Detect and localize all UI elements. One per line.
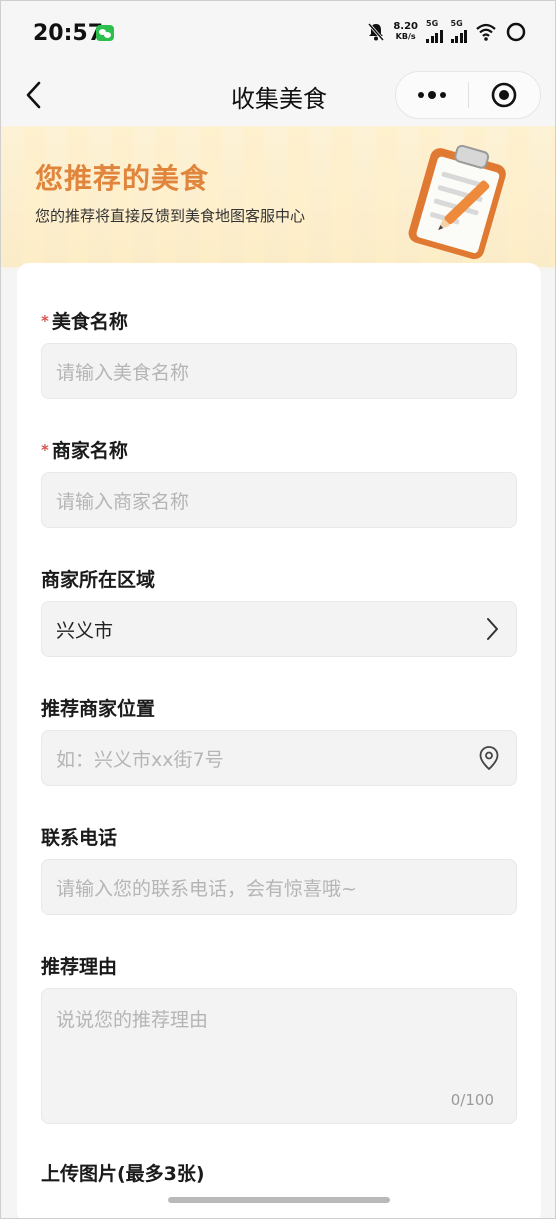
signal-5g-1: 5G [426, 19, 443, 43]
status-icons: 8.20 KB/s 5G 5G [367, 19, 527, 43]
reason-label: 推荐理由 [41, 956, 118, 978]
battery-ring-icon [506, 22, 526, 42]
app-frame: 20:57 8.20 KB/s 5G 5G 收集美食 您推荐的美食 您的推荐将直… [0, 0, 556, 1219]
merchant-name-input[interactable]: 请输入商家名称 [41, 472, 517, 528]
nav-bar: 收集美食 [1, 63, 555, 127]
signal-bars-icon [450, 30, 467, 43]
banner-title: 您推荐的美食 [35, 162, 210, 195]
banner-subtitle: 您的推荐将直接反馈到美食地图客服中心 [35, 207, 306, 225]
status-time: 20:57 [33, 21, 104, 46]
signal-bars-icon [426, 30, 443, 43]
required-mark: * [41, 312, 49, 330]
region-value: 兴义市 [56, 619, 114, 642]
reason-placeholder: 说说您的推荐理由 [56, 1009, 209, 1031]
mute-bell-icon [368, 23, 385, 41]
food-name-label: * 美食名称 [41, 307, 128, 334]
region-label: 商家所在区域 [41, 569, 156, 591]
wechat-icon [96, 25, 114, 41]
merchant-name-label-text: 商家名称 [51, 440, 128, 462]
merchant-name-label: * 商家名称 [41, 436, 128, 463]
network-speed: 8.20 KB/s [393, 22, 418, 42]
more-dots-icon[interactable] [396, 72, 468, 118]
location-placeholder: 如：兴义市xx街7号 [56, 748, 224, 771]
speed-unit: KB/s [395, 32, 416, 41]
merchant-name-placeholder: 请输入商家名称 [56, 490, 190, 513]
region-select[interactable]: 兴义市 [41, 601, 517, 657]
signal-tag: 5G [426, 19, 439, 28]
reason-char-counter: 0/100 [450, 1091, 494, 1109]
food-name-label-text: 美食名称 [51, 311, 128, 333]
status-bar: 20:57 8.20 KB/s 5G 5G [1, 1, 555, 63]
phone-input[interactable]: 请输入您的联系电话，会有惊喜哦~ [41, 859, 517, 915]
food-name-input[interactable]: 请输入美食名称 [41, 343, 517, 399]
banner: 您推荐的美食 您的推荐将直接反馈到美食地图客服中心 [1, 127, 555, 267]
chevron-right-icon [487, 618, 498, 640]
reason-textarea[interactable]: 说说您的推荐理由 0/100 [41, 988, 517, 1124]
home-indicator[interactable] [168, 1197, 390, 1203]
location-pin-icon[interactable] [478, 745, 500, 771]
clipboard-illustration-icon [408, 144, 506, 260]
form-card: * 美食名称 请输入美食名称 * 商家名称 请输入商家名称 商家所在区域 兴义市 推… [17, 263, 541, 1218]
signal-tag: 5G [450, 19, 463, 28]
speed-value: 8.20 [393, 21, 418, 32]
phone-label: 联系电话 [41, 827, 118, 849]
signal-5g-2: 5G [450, 19, 467, 43]
mini-program-capsule [395, 71, 541, 119]
required-mark: * [41, 441, 49, 459]
location-input[interactable]: 如：兴义市xx街7号 [41, 730, 517, 786]
food-name-placeholder: 请输入美食名称 [56, 361, 190, 384]
wifi-icon [476, 23, 496, 41]
location-label: 推荐商家位置 [41, 698, 156, 720]
target-circle-icon [491, 82, 517, 108]
upload-label: 上传图片(最多3张) [41, 1163, 205, 1185]
phone-placeholder: 请输入您的联系电话，会有惊喜哦~ [56, 877, 357, 900]
close-target-button[interactable] [469, 72, 541, 118]
